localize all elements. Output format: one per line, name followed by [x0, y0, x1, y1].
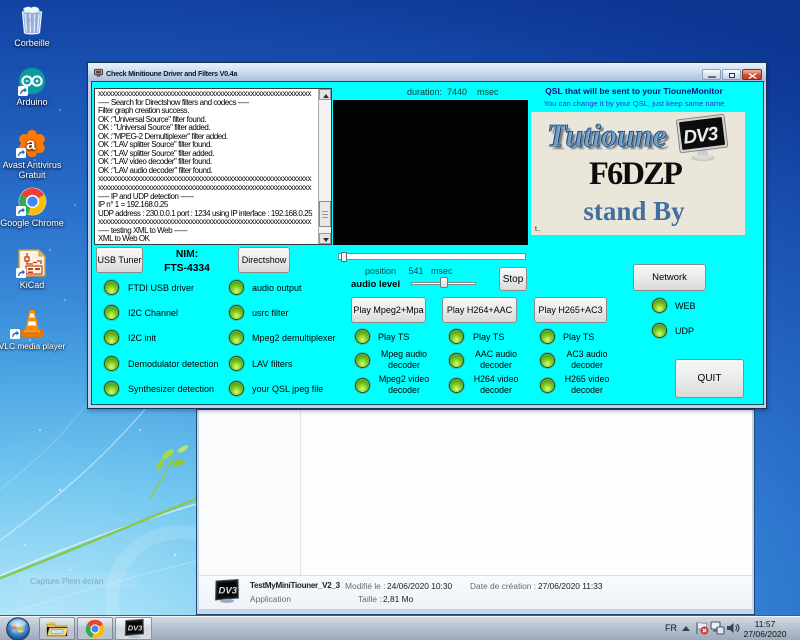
- svg-text:DV3: DV3: [219, 586, 238, 597]
- svg-text:DV3: DV3: [682, 124, 720, 149]
- svg-text:DV3: DV3: [127, 624, 142, 633]
- svg-text:a: a: [26, 135, 36, 154]
- svg-text:Tutioune: Tutioune: [546, 116, 666, 152]
